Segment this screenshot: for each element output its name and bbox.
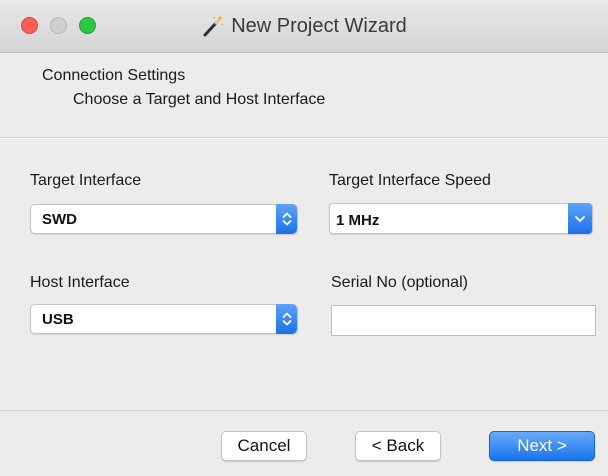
serial-no-input[interactable] <box>331 305 596 336</box>
updown-chevron-icon[interactable] <box>276 204 297 234</box>
target-interface-value: SWD <box>42 211 77 228</box>
wizard-window: New Project Wizard Connection Settings C… <box>0 0 608 476</box>
target-interface-select[interactable]: SWD <box>30 204 298 234</box>
target-speed-label: Target Interface Speed <box>329 172 491 189</box>
page-subtitle: Choose a Target and Host Interface <box>73 91 326 108</box>
host-interface-select[interactable]: USB <box>30 304 298 334</box>
window-title: New Project Wizard <box>231 14 407 37</box>
host-interface-label: Host Interface <box>30 274 130 291</box>
footer-divider <box>0 410 608 411</box>
page-title: Connection Settings <box>42 67 186 84</box>
wizard-header: Connection Settings Choose a Target and … <box>0 53 608 137</box>
chevron-down-icon[interactable] <box>568 203 592 234</box>
target-interface-label: Target Interface <box>30 172 142 189</box>
magic-wand-icon <box>201 14 225 38</box>
header-divider-highlight <box>0 138 608 139</box>
title-bar[interactable]: New Project Wizard <box>0 0 608 53</box>
cancel-button[interactable]: Cancel <box>221 431 307 461</box>
back-button[interactable]: < Back <box>355 431 441 461</box>
host-interface-value: USB <box>42 311 74 328</box>
updown-chevron-icon[interactable] <box>276 304 297 334</box>
serial-no-label: Serial No (optional) <box>331 274 468 291</box>
target-speed-combobox[interactable]: 1 MHz <box>329 203 593 234</box>
target-speed-value: 1 MHz <box>336 212 380 229</box>
window-title-group: New Project Wizard <box>0 0 608 52</box>
next-button[interactable]: Next > <box>489 431 595 461</box>
